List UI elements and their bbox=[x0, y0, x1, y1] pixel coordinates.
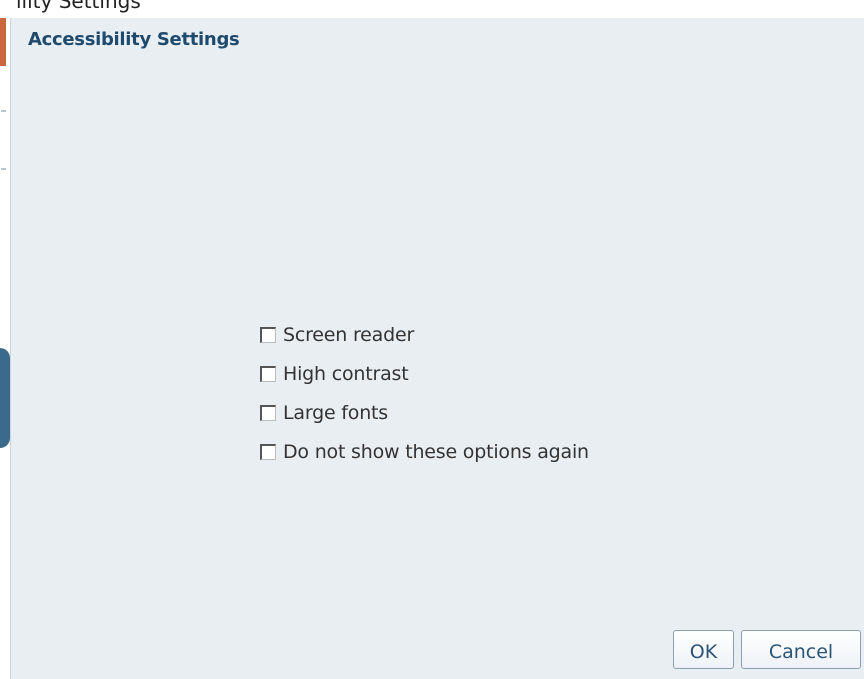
option-large-fonts[interactable]: Large fonts bbox=[260, 393, 589, 432]
large-fonts-checkbox[interactable] bbox=[260, 404, 276, 421]
option-label: Do not show these options again bbox=[283, 440, 589, 463]
background-window-title: ility Settings bbox=[16, 0, 141, 13]
screen-reader-checkbox[interactable] bbox=[260, 326, 276, 343]
background-accent-bar bbox=[0, 18, 6, 66]
option-high-contrast[interactable]: High contrast bbox=[260, 354, 589, 393]
background-window-edge bbox=[0, 18, 10, 679]
page: ility Settings Accessibility Settings Sc… bbox=[0, 0, 864, 679]
do-not-show-again-checkbox[interactable] bbox=[260, 443, 276, 460]
background-decoration bbox=[0, 348, 10, 448]
option-label: Screen reader bbox=[283, 323, 415, 346]
high-contrast-checkbox[interactable] bbox=[260, 365, 276, 382]
ok-button[interactable]: OK bbox=[673, 630, 734, 669]
background-divider bbox=[1, 168, 6, 170]
option-label: Large fonts bbox=[283, 401, 388, 424]
option-screen-reader[interactable]: Screen reader bbox=[260, 315, 589, 354]
dialog-title: Accessibility Settings bbox=[28, 29, 240, 50]
background-divider bbox=[1, 110, 6, 112]
option-do-not-show-again[interactable]: Do not show these options again bbox=[260, 432, 589, 471]
background-window-strip: ility Settings bbox=[0, 0, 864, 18]
option-label: High contrast bbox=[283, 362, 409, 385]
accessibility-settings-dialog: Accessibility Settings Screen reader Hig… bbox=[10, 18, 864, 679]
options-list: Screen reader High contrast Large fonts … bbox=[260, 315, 589, 471]
cancel-button[interactable]: Cancel bbox=[741, 630, 861, 669]
